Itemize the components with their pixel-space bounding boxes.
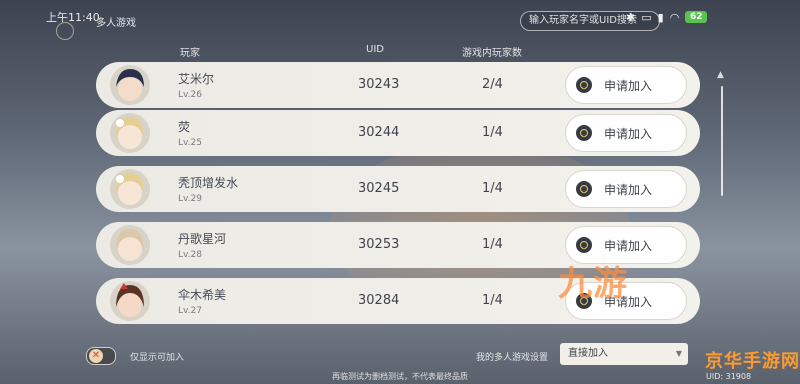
join-request-button[interactable]: 申请加入 [566, 171, 686, 207]
character-portrait-icon [116, 117, 144, 149]
bluetooth-icon: ✱ [626, 10, 636, 24]
signal-icon: ▮ [657, 10, 664, 24]
character-portrait-icon [116, 283, 144, 317]
wifi-icon: ◠ [669, 10, 680, 24]
scroll-up-icon: ▲ [717, 70, 724, 80]
list-scrollbar[interactable]: ▲ [717, 70, 724, 320]
player-count: 1/4 [482, 237, 503, 252]
avatar [110, 65, 150, 105]
player-uid: 30284 [358, 293, 400, 308]
confirm-circle-icon [576, 237, 592, 253]
avatar [110, 281, 150, 321]
player-level: Lv.28 [178, 250, 202, 260]
player-level: Lv.27 [178, 306, 202, 316]
join-request-button[interactable]: 申请加入 [566, 67, 686, 103]
paimon-emblem-icon [56, 22, 74, 40]
join-label: 申请加入 [604, 239, 653, 253]
column-uid: UID [366, 44, 384, 55]
confirm-circle-icon [576, 125, 592, 141]
player-name: 丹歌星河 [178, 232, 227, 246]
character-portrait-icon [116, 69, 144, 101]
scroll-thumb[interactable] [721, 86, 723, 196]
confirm-circle-icon [576, 77, 592, 93]
join-mode-select[interactable]: 直接加入 ▼ [560, 343, 688, 365]
multiplayer-settings-label: 我的多人游戏设置 [476, 353, 549, 363]
watermark-logo: 九游 [558, 264, 628, 304]
player-count: 2/4 [482, 77, 503, 92]
status-clock: 上午11:40 [46, 11, 100, 24]
battery-icon: 62 [685, 11, 708, 23]
player-count: 1/4 [482, 181, 503, 196]
column-player: 玩家 [180, 48, 200, 59]
player-name: 伞木希美 [178, 288, 227, 302]
player-row: 艾米尔 Lv.26 30243 2/4 申请加入 [96, 62, 700, 108]
join-label: 申请加入 [604, 183, 653, 197]
search-placeholder: 输入玩家名字或UID搜索 [529, 15, 637, 26]
system-status-icons: ✱ ▭ ▮ ◠ 62 [626, 9, 708, 25]
player-name: 艾米尔 [178, 72, 215, 86]
confirm-circle-icon [576, 181, 592, 197]
toggle-off-icon: ✕ [89, 349, 103, 363]
page-title: 多人游戏 [96, 18, 136, 29]
avatar [110, 225, 150, 265]
player-uid: 30243 [358, 77, 400, 92]
status-bar: 上午11:40 多人游戏 输入玩家名字或UID搜索 ✱ ▭ ▮ ◠ 62 [0, 0, 800, 40]
joinable-only-label: 仅显示可加入 [130, 353, 185, 363]
character-portrait-icon [116, 173, 144, 205]
player-count: 1/4 [482, 293, 503, 308]
column-count: 游戏内玩家数 [462, 48, 522, 59]
join-label: 申请加入 [604, 127, 653, 141]
avatar [110, 113, 150, 153]
join-label: 申请加入 [604, 79, 653, 93]
own-uid: UID: 31908 [706, 372, 752, 381]
player-name: 秃顶增发水 [178, 176, 239, 190]
join-mode-value: 直接加入 [568, 348, 608, 359]
join-request-button[interactable]: 申请加入 [566, 115, 686, 151]
vibrate-icon: ▭ [641, 10, 652, 24]
player-level: Lv.29 [178, 194, 202, 204]
player-level: Lv.26 [178, 90, 202, 100]
player-uid: 30244 [358, 125, 400, 140]
player-count: 1/4 [482, 125, 503, 140]
character-portrait-icon [116, 229, 144, 261]
test-disclaimer: 再临测试为删档测试，不代表最终品质 [332, 372, 468, 381]
joinable-only-toggle[interactable]: ✕ [86, 347, 116, 365]
list-header: 玩家 UID 游戏内玩家数 [0, 44, 800, 59]
player-uid: 30253 [358, 237, 400, 252]
player-row: 荧 Lv.25 30244 1/4 申请加入 [96, 110, 700, 156]
chevron-down-icon: ▼ [675, 349, 682, 358]
player-level: Lv.25 [178, 138, 202, 148]
player-uid: 30245 [358, 181, 400, 196]
player-row: 秃顶增发水 Lv.29 30245 1/4 申请加入 [96, 166, 700, 212]
player-name: 荧 [178, 120, 191, 134]
brand-watermark: 京华手游网 [705, 351, 800, 372]
avatar [110, 169, 150, 209]
